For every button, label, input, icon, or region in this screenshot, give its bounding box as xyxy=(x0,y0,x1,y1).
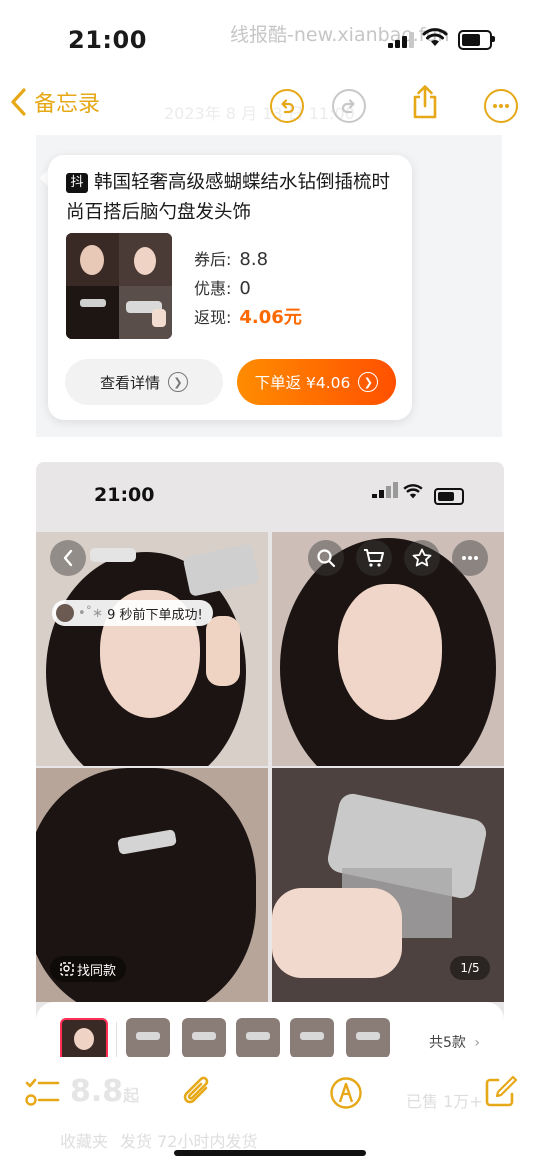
chevron-right-circle-icon: ❯ xyxy=(168,372,188,392)
embedded-battery-icon xyxy=(434,488,464,505)
back-label: 备忘录 xyxy=(34,92,101,117)
paperclip-icon[interactable] xyxy=(180,1074,214,1112)
undo-button[interactable] xyxy=(270,89,304,123)
discount-label: 优惠: xyxy=(194,279,232,298)
share-icon[interactable] xyxy=(410,84,440,120)
find-similar-button[interactable]: 找同款 xyxy=(50,956,127,982)
embedded-favorite-button[interactable] xyxy=(404,540,440,576)
ellipsis-icon xyxy=(493,104,509,108)
faded-price-value: 8.8 xyxy=(70,1074,124,1109)
embedded-status-time: 21:00 xyxy=(94,484,155,506)
sparkle-icon: •˚∗ xyxy=(78,605,104,621)
embedded-cart-button[interactable] xyxy=(356,540,392,576)
variant-thumb-5[interactable] xyxy=(290,1018,334,1057)
redo-button[interactable] xyxy=(332,89,366,123)
variant-thumbnail-strip: 共5款 › xyxy=(36,1002,504,1057)
checklist-icon[interactable] xyxy=(24,1076,60,1108)
image-search-icon xyxy=(60,962,74,976)
view-details-label: 查看详情 xyxy=(99,373,160,392)
find-similar-label: 找同款 xyxy=(77,963,117,979)
faded-line-2: 发货 72小时内发货 xyxy=(120,1132,258,1151)
discount-row: 优惠: 0 xyxy=(194,275,251,299)
embedded-wifi-icon xyxy=(403,484,423,499)
back-button[interactable]: 备忘录 xyxy=(10,86,100,118)
variant-total-label: 共5款 xyxy=(429,1035,466,1051)
product-thumbnail[interactable] xyxy=(66,233,172,339)
coupon-value: 8.8 xyxy=(239,249,269,270)
coupon-price-row: 券后: 8.8 xyxy=(194,246,268,270)
order-rebate-label: 下单返 ¥4.06 xyxy=(254,374,351,392)
star-icon xyxy=(412,548,432,567)
product-title: 抖韩国轻奢高级感蝴蝶结水钻倒插梳时尚百搭后脑勺盘发头饰 xyxy=(66,168,396,228)
markup-icon[interactable] xyxy=(329,1076,363,1110)
chevron-left-icon xyxy=(63,549,73,567)
wifi-icon xyxy=(422,28,448,46)
home-indicator xyxy=(174,1150,366,1156)
recent-order-notice: •˚∗ 9 秒前下单成功! xyxy=(52,600,213,626)
image-page-counter: 1/5 xyxy=(450,956,490,980)
variant-thumb-4[interactable] xyxy=(236,1018,280,1057)
variant-total-link[interactable]: 共5款 › xyxy=(429,1032,480,1052)
attached-screenshot[interactable]: 21:00 •˚∗ 9 秒前下单成功! 找同款 1/5 共5款 › xyxy=(36,462,504,1057)
battery-icon xyxy=(458,30,492,50)
embedded-back-button[interactable] xyxy=(50,540,86,576)
redo-icon xyxy=(341,99,355,114)
variant-thumb-1[interactable] xyxy=(60,1018,108,1057)
compose-icon[interactable] xyxy=(484,1074,518,1108)
variant-thumb-2[interactable] xyxy=(126,1018,170,1057)
embedded-more-button[interactable] xyxy=(452,540,488,576)
undo-icon xyxy=(281,99,295,114)
variant-thumb-6[interactable] xyxy=(346,1018,390,1057)
faded-line-1: 收藏夹 xyxy=(60,1132,109,1151)
cart-icon xyxy=(364,549,384,567)
order-rebate-button[interactable]: 下单返 ¥4.06 ❯ xyxy=(237,359,396,405)
discount-value: 0 xyxy=(239,278,251,299)
douyin-badge: 抖 xyxy=(66,173,88,193)
rebate-label: 返现: xyxy=(194,308,232,327)
variant-thumb-3[interactable] xyxy=(182,1018,226,1057)
faded-sold-label: 已售 1万+ xyxy=(406,1092,483,1111)
rebate-value: 4.06元 xyxy=(239,307,302,328)
ellipsis-icon xyxy=(462,556,478,560)
view-details-button[interactable]: 查看详情 ❯ xyxy=(65,359,223,405)
status-time: 21:00 xyxy=(68,26,147,54)
product-title-text: 韩国轻奢高级感蝴蝶结水钻倒插梳时尚百搭后脑勺盘发头饰 xyxy=(66,172,391,223)
cellular-signal-icon xyxy=(388,30,418,48)
chevron-left-icon xyxy=(11,88,26,116)
buyer-avatar xyxy=(56,604,74,622)
battery-tip xyxy=(492,36,495,42)
faded-price-unit: 起 xyxy=(123,1086,140,1105)
embedded-search-button[interactable] xyxy=(308,540,344,576)
note-date-faded: 2023年 8 月 13 日 11:00 xyxy=(164,104,355,123)
faded-price: 8.8起 xyxy=(70,1074,139,1109)
coupon-label: 券后: xyxy=(194,250,232,269)
thumb-divider xyxy=(116,1022,117,1057)
recent-order-text: 9 秒前下单成功! xyxy=(107,607,203,623)
search-icon xyxy=(317,549,336,568)
more-button[interactable] xyxy=(484,89,518,123)
rebate-row: 返现: 4.06元 xyxy=(194,303,302,329)
chevron-right-circle-icon: ❯ xyxy=(358,372,379,392)
chevron-right-icon: › xyxy=(474,1035,480,1051)
